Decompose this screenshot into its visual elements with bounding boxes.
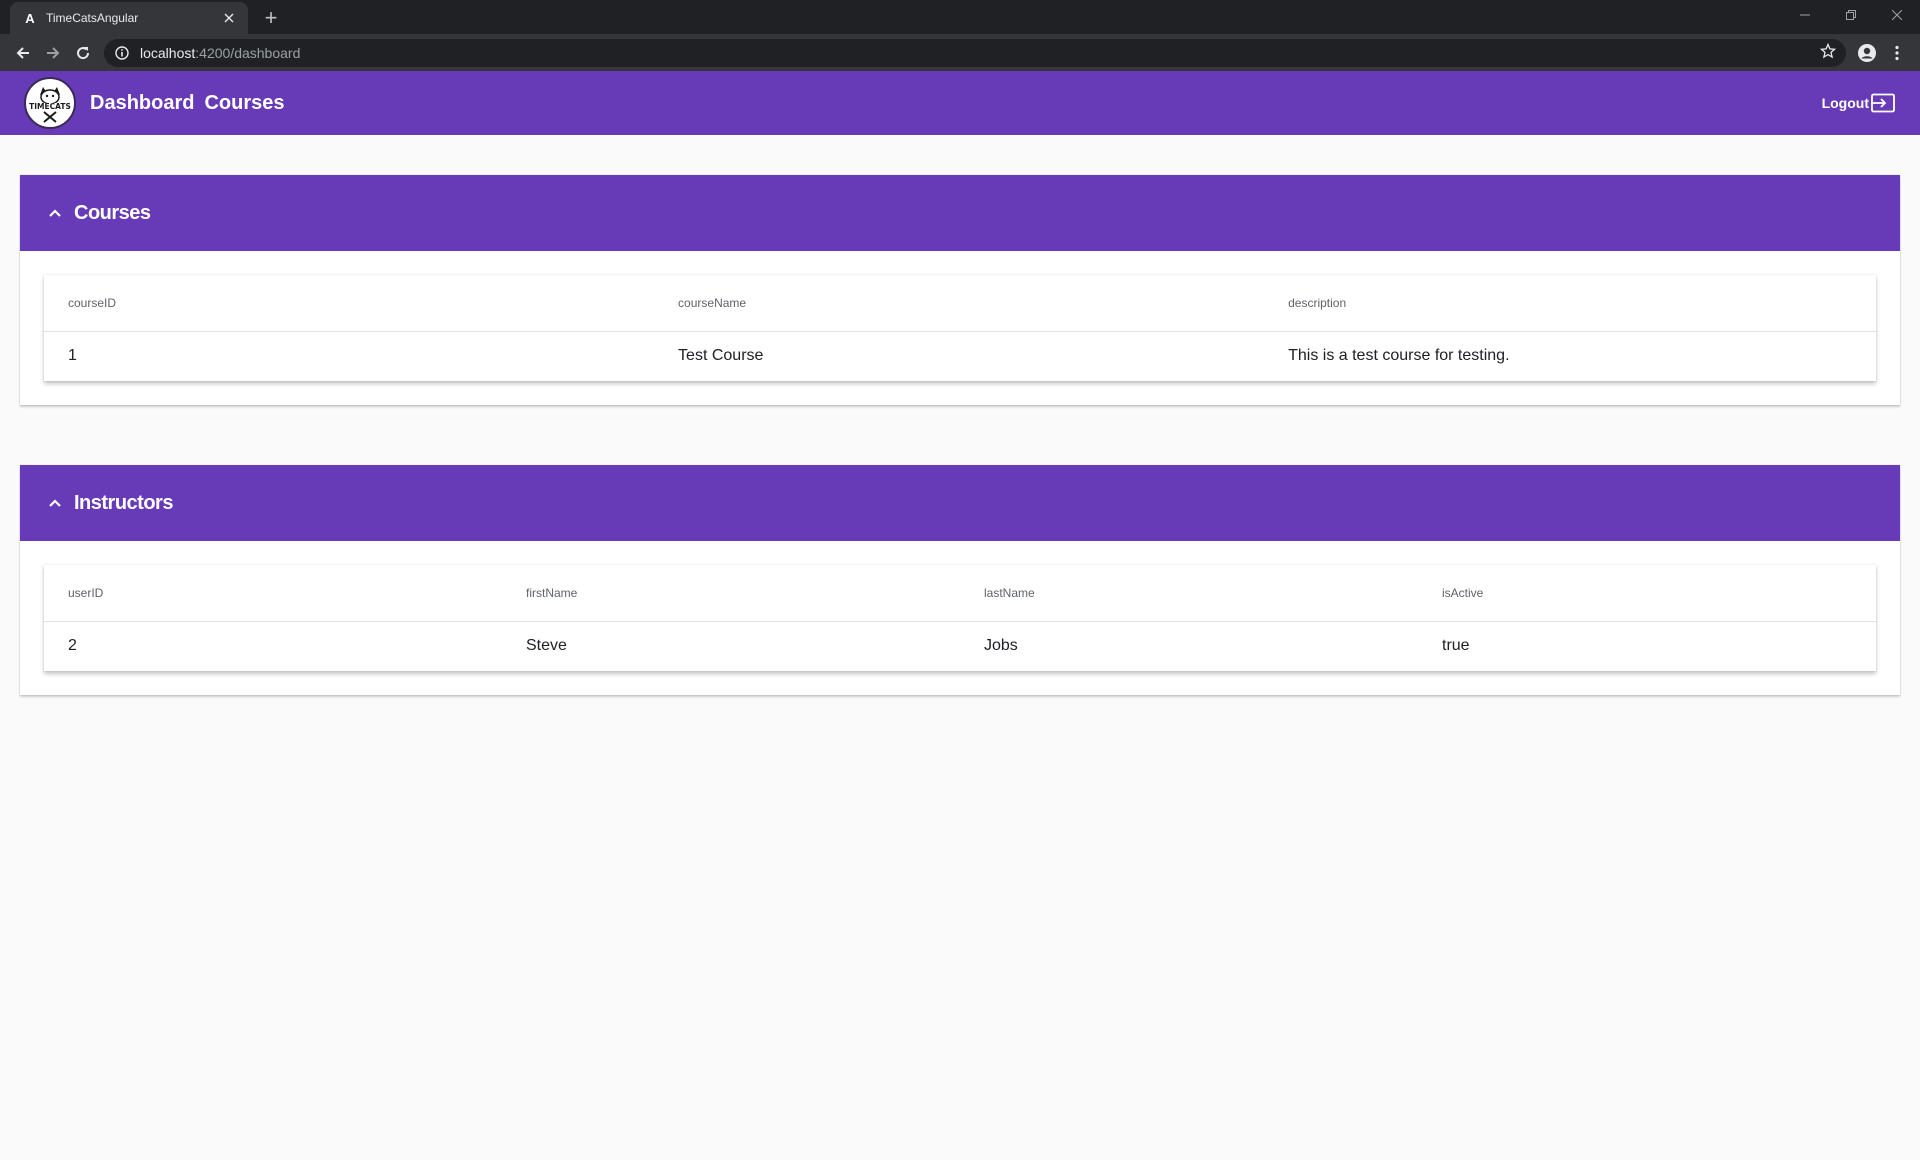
logo-text: TIMECATS	[29, 102, 71, 111]
courses-panel-header[interactable]: Courses	[20, 175, 1900, 251]
column-header-isactive: isActive	[1418, 565, 1876, 622]
tab-title: TimeCatsAngular	[46, 11, 139, 25]
browser-toolbar: localhost :4200/dashboard	[0, 34, 1920, 71]
table-row: 1 Test Course This is a test course for …	[44, 331, 1876, 381]
url-host: localhost	[140, 44, 196, 61]
cat-logo-icon: TIMECATS	[27, 80, 73, 126]
courses-panel-body: courseID courseName description 1 Test C…	[20, 251, 1900, 405]
timecats-logo[interactable]: TIMECATS	[24, 77, 76, 129]
column-header-userid: userID	[44, 565, 502, 622]
column-header-courseid: courseID	[44, 275, 655, 332]
logout-button[interactable]: Logout	[1822, 93, 1896, 113]
column-header-firstname: firstName	[502, 565, 960, 622]
chevron-up-icon	[44, 202, 66, 224]
main-content: Courses courseID courseName description …	[0, 175, 1920, 695]
profile-icon[interactable]	[1852, 38, 1882, 68]
cell-coursename: Test Course	[678, 347, 764, 365]
info-icon[interactable]	[114, 45, 130, 61]
reload-icon[interactable]	[68, 38, 98, 68]
cell-isactive: true	[1442, 637, 1470, 655]
cell-lastname: Jobs	[984, 637, 1018, 655]
url-path: :4200/dashboard	[195, 44, 301, 61]
close-tab-icon[interactable]	[220, 9, 238, 27]
instructors-table: userID firstName lastName isActive 2 Ste…	[44, 565, 1876, 671]
courses-header-row: courseID courseName description	[44, 275, 1876, 332]
column-header-coursename: courseName	[654, 275, 1265, 332]
back-arrow-icon[interactable]	[8, 38, 38, 68]
forward-arrow-icon[interactable]	[38, 38, 68, 68]
cell-courseid: 1	[68, 347, 77, 365]
column-header-lastname: lastName	[960, 565, 1418, 622]
instructors-panel-title: Instructors	[74, 491, 173, 514]
nav-dashboard-link[interactable]: Dashboard	[90, 92, 194, 115]
logout-label: Logout	[1821, 95, 1869, 111]
column-header-description: description	[1264, 275, 1876, 332]
new-tab-button[interactable]: +	[258, 5, 284, 31]
cell-firstname: Steve	[526, 637, 567, 655]
angular-favicon-icon: A	[25, 10, 35, 26]
courses-expansion-panel: Courses courseID courseName description …	[20, 175, 1900, 405]
browser-tab-bar: A TimeCatsAngular +	[0, 0, 1920, 34]
logout-icon	[1870, 93, 1896, 113]
menu-kebab-icon[interactable]	[1882, 38, 1912, 68]
courses-table: courseID courseName description 1 Test C…	[44, 275, 1876, 381]
address-bar[interactable]: localhost :4200/dashboard	[104, 38, 1846, 67]
close-window-icon[interactable]	[1874, 0, 1920, 30]
table-row: 2 Steve Jobs true	[44, 621, 1876, 671]
app-header: TIMECATS Dashboard Courses Logout	[0, 71, 1920, 135]
cell-userid: 2	[68, 637, 77, 655]
instructors-panel-body: userID firstName lastName isActive 2 Ste…	[20, 541, 1900, 695]
nav-courses-link[interactable]: Courses	[204, 92, 284, 115]
browser-tab[interactable]: A TimeCatsAngular	[10, 2, 248, 34]
chevron-up-icon	[44, 492, 66, 514]
window-controls	[1782, 0, 1920, 30]
instructors-expansion-panel: Instructors userID firstName lastName is…	[20, 465, 1900, 695]
instructors-panel-header[interactable]: Instructors	[20, 465, 1900, 541]
minimize-icon[interactable]	[1782, 0, 1828, 30]
restore-icon[interactable]	[1828, 0, 1874, 30]
cell-description: This is a test course for testing.	[1288, 347, 1510, 365]
courses-panel-title: Courses	[74, 201, 151, 224]
bookmark-star-icon[interactable]	[1819, 42, 1837, 62]
instructors-header-row: userID firstName lastName isActive	[44, 565, 1876, 622]
